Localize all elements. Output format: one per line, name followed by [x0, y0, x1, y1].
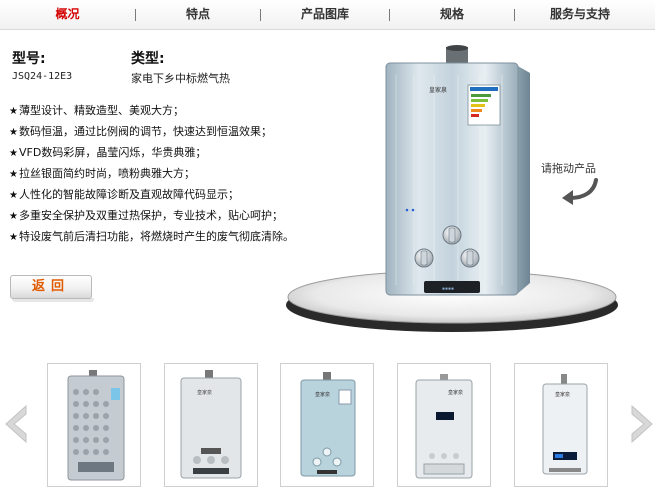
product-brand-logo: 皇家泉 [448, 389, 463, 396]
chevron-left-icon[interactable] [4, 404, 28, 444]
product-brand-logo: 皇家泉 [429, 86, 447, 94]
tab-features[interactable]: 特点 [136, 0, 260, 29]
rotate-arrow-icon [562, 178, 598, 205]
star-icon: ★ [9, 127, 18, 138]
tab-list: 概况 特点 产品图库 规格 服务与支持 [0, 0, 655, 29]
model-value: JSQ24-12E3 [12, 71, 73, 82]
thumbnail-image: 皇家泉 [180, 370, 242, 479]
drag-hint-text: 请拖动产品 [541, 162, 596, 175]
thumbnail-image: 皇家泉 [542, 374, 588, 475]
star-icon: ★ [9, 232, 18, 243]
thumbnail-image [67, 370, 125, 481]
product-thumbnail-3[interactable]: 皇家泉 [280, 363, 374, 487]
back-button[interactable]: 返回 [10, 275, 92, 299]
product-thumbnail-4[interactable]: 皇家泉 [397, 363, 491, 487]
star-icon: ★ [9, 148, 18, 159]
chevron-right-icon[interactable] [630, 404, 654, 444]
tab-specifications[interactable]: 规格 [390, 0, 514, 29]
tab-overview[interactable]: 概况 [0, 0, 135, 29]
product-thumbnail-5[interactable]: 皇家泉 [514, 363, 608, 487]
type-label: 类型: [131, 51, 165, 67]
product-thumbnail-2[interactable]: 皇家泉 [164, 363, 258, 487]
product-brand-logo: 皇家泉 [197, 389, 212, 396]
star-icon: ★ [9, 169, 18, 180]
star-icon: ★ [9, 106, 18, 117]
model-label: 型号: [12, 51, 46, 67]
product-brand-logo: 皇家泉 [315, 391, 330, 398]
product-brand-logo: 皇家泉 [555, 391, 570, 398]
svg-text:▪▪▪▪: ▪▪▪▪ [442, 286, 454, 292]
product-thumbnail-1[interactable] [47, 363, 141, 487]
type-value: 家电下乡中标燃气热 [131, 72, 230, 85]
star-icon: ★ [9, 190, 18, 201]
thumbnail-image: 皇家泉 [300, 372, 356, 477]
tab-product-gallery[interactable]: 产品图库 [261, 0, 389, 29]
tab-service-support[interactable]: 服务与支持 [515, 0, 645, 29]
thumbnail-image: 皇家泉 [415, 374, 473, 479]
star-icon: ★ [9, 211, 18, 222]
